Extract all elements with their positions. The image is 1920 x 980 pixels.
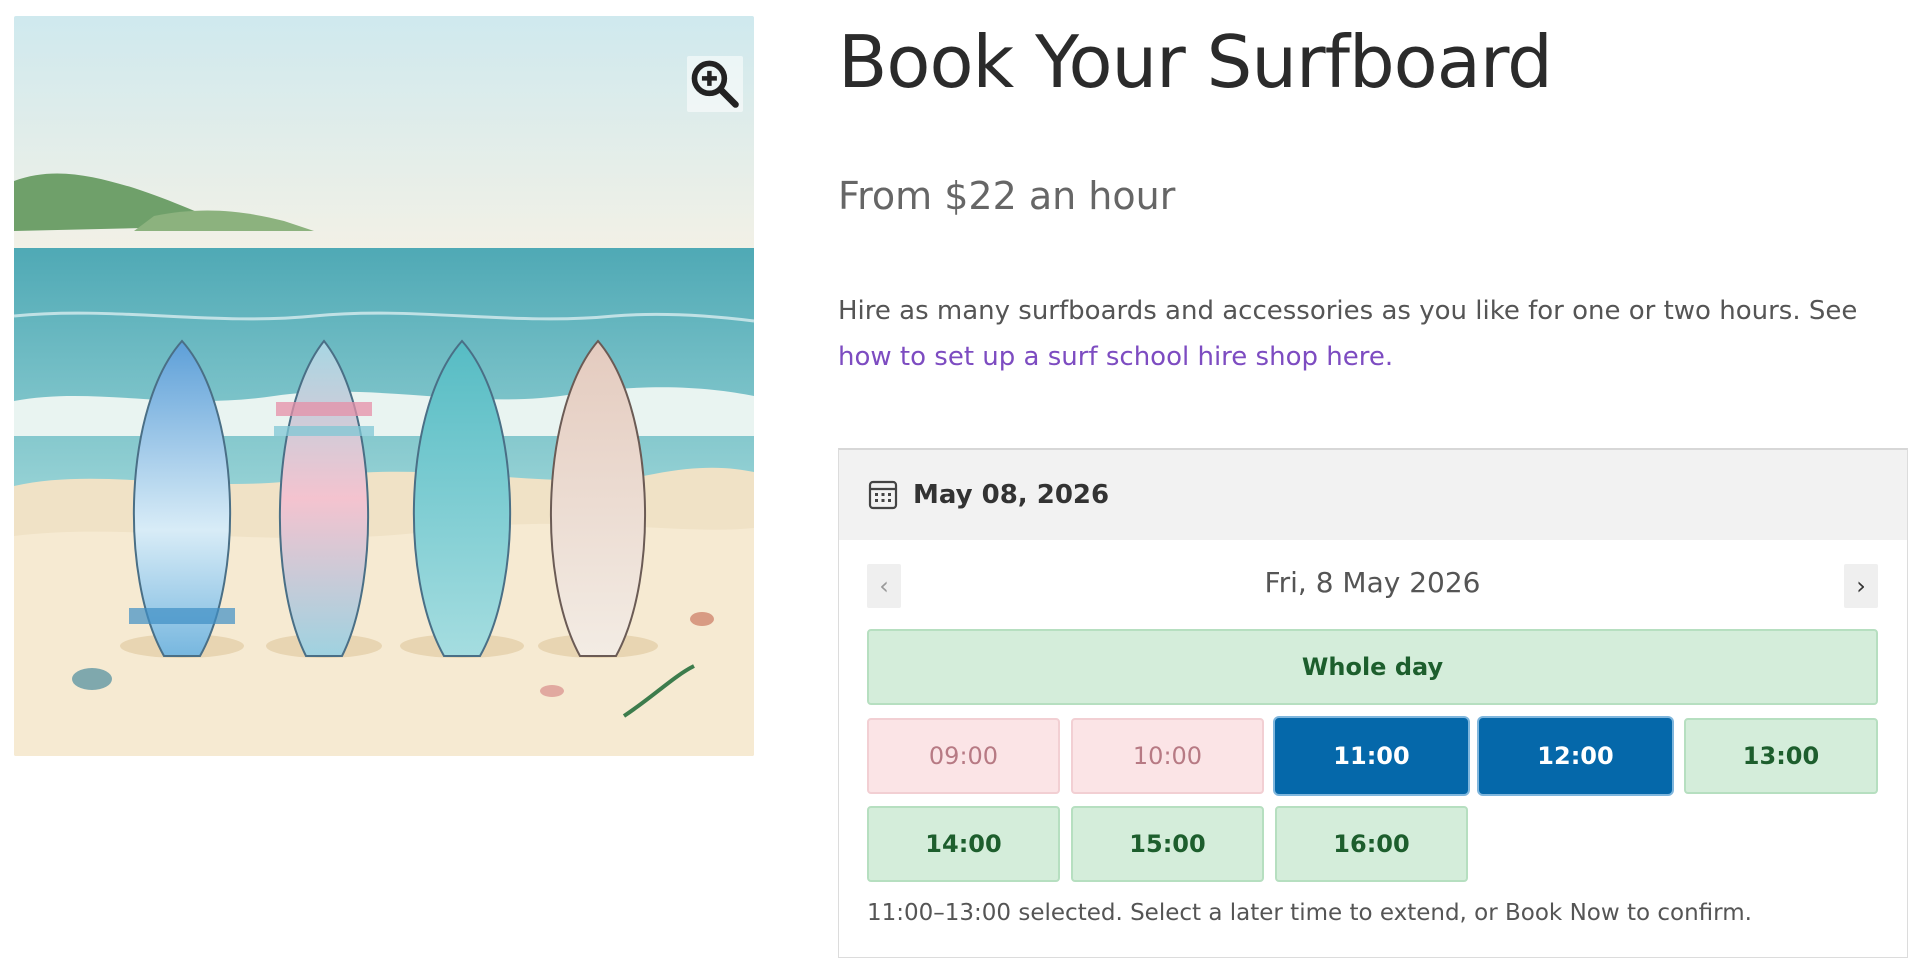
surfboards-illustration bbox=[14, 16, 754, 756]
time-slot-1600[interactable]: 16:00 bbox=[1275, 806, 1468, 882]
product-image[interactable] bbox=[14, 16, 754, 756]
zoom-button[interactable] bbox=[687, 56, 743, 112]
time-slot-1100[interactable]: 11:00 bbox=[1275, 718, 1468, 794]
product-price: From $22 an hour bbox=[838, 174, 1176, 218]
booking-widget: May 08, 2026 ‹ Fri, 8 May 2026 › Whole d… bbox=[838, 448, 1908, 958]
date-picker-toggle[interactable]: May 08, 2026 bbox=[839, 450, 1907, 540]
time-slot-1200[interactable]: 12:00 bbox=[1479, 718, 1672, 794]
time-slot-1500[interactable]: 15:00 bbox=[1071, 806, 1264, 882]
day-label: Fri, 8 May 2026 bbox=[1264, 566, 1481, 599]
whole-day-button[interactable]: Whole day bbox=[867, 629, 1878, 705]
selected-date: May 08, 2026 bbox=[913, 480, 1110, 510]
description-text: Hire as many surfboards and accessories … bbox=[838, 296, 1858, 326]
calendar-icon bbox=[868, 480, 898, 510]
day-navigation: ‹ Fri, 8 May 2026 › bbox=[867, 564, 1878, 608]
setup-guide-link[interactable]: how to set up a surf school hire shop he… bbox=[838, 342, 1393, 372]
time-slot-0900[interactable]: 09:00 bbox=[867, 718, 1060, 794]
time-slot-1300[interactable]: 13:00 bbox=[1684, 718, 1878, 794]
product-description: Hire as many surfboards and accessories … bbox=[838, 288, 1908, 380]
time-slot-1000[interactable]: 10:00 bbox=[1071, 718, 1264, 794]
time-slot-1400[interactable]: 14:00 bbox=[867, 806, 1060, 882]
product-title: Book Your Surfboard bbox=[838, 20, 1553, 104]
selection-status: 11:00–13:00 selected. Select a later tim… bbox=[867, 900, 1752, 926]
next-day-button[interactable]: › bbox=[1844, 564, 1878, 608]
zoom-in-icon bbox=[691, 60, 739, 108]
